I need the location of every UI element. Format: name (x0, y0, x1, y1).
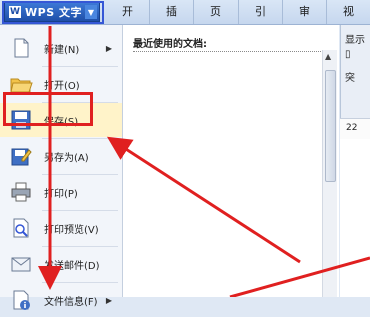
document-canvas[interactable] (340, 139, 370, 297)
tab-insert[interactable]: 插入 (150, 0, 194, 42)
scroll-up-icon[interactable]: ▲ (325, 52, 331, 61)
menu-item-new[interactable]: 新建(N) ▶ (0, 31, 122, 65)
menu-item-print-preview[interactable]: 打印预览(V) (0, 211, 122, 245)
menu-item-label: 打印(P) (44, 188, 78, 200)
tab-home[interactable]: 开始 (106, 0, 150, 42)
tab-review[interactable]: 审阅 (283, 0, 327, 42)
menu-item-file-info[interactable]: 文件信息(F) ▶ (0, 283, 122, 317)
menu-item-label: 另存为(A) (44, 152, 89, 164)
menu-item-label: 发送邮件(D) (44, 260, 100, 272)
file-menu: 新建(N) ▶ 打开(O) 保存(S) 另存为(A) 打印(P) 打印预览(V) (0, 25, 123, 310)
tab-references[interactable]: 引用 (239, 0, 283, 42)
print-preview-icon (8, 215, 34, 241)
show-label[interactable]: 显示 (345, 31, 365, 46)
panel-divider (133, 51, 329, 52)
menu-item-send-mail[interactable]: 发送邮件(D) (0, 247, 122, 281)
printer-icon (8, 179, 34, 205)
recent-documents-panel: 最近使用的文档: (123, 25, 339, 297)
recent-documents-title: 最近使用的文档: (133, 39, 207, 50)
title-highlight-box (2, 1, 104, 24)
menu-item-label: 文件信息(F) (44, 296, 98, 308)
tab-page-layout[interactable]: 页面布局 (194, 0, 239, 90)
new-document-icon (8, 35, 34, 61)
scrollbar-thumb[interactable] (325, 70, 336, 182)
tab-view[interactable]: 视图 (327, 0, 370, 42)
ruler: 22 (340, 118, 370, 140)
menu-item-label: 打印预览(V) (44, 224, 99, 236)
menu-item-print[interactable]: 打印(P) (0, 175, 122, 209)
document-icon[interactable]: ▯ (345, 49, 351, 60)
menu-item-save-as[interactable]: 另存为(A) (0, 139, 122, 173)
file-info-icon (8, 287, 34, 313)
save-as-icon (8, 143, 34, 169)
menu-item-label: 新建(N) (44, 44, 80, 56)
ribbon-tabs: 开始 插入 页面布局 引用 审阅 视图 (106, 0, 370, 90)
menu-item-label: 打开(O) (44, 80, 80, 92)
ruler-number: 22 (346, 123, 358, 133)
highlight-label[interactable]: 突 (345, 69, 355, 84)
send-mail-icon (8, 251, 34, 277)
submenu-arrow-icon: ▶ (105, 43, 112, 53)
save-highlight-box (3, 92, 93, 126)
panel-scrollbar[interactable]: ▲ (322, 50, 337, 297)
